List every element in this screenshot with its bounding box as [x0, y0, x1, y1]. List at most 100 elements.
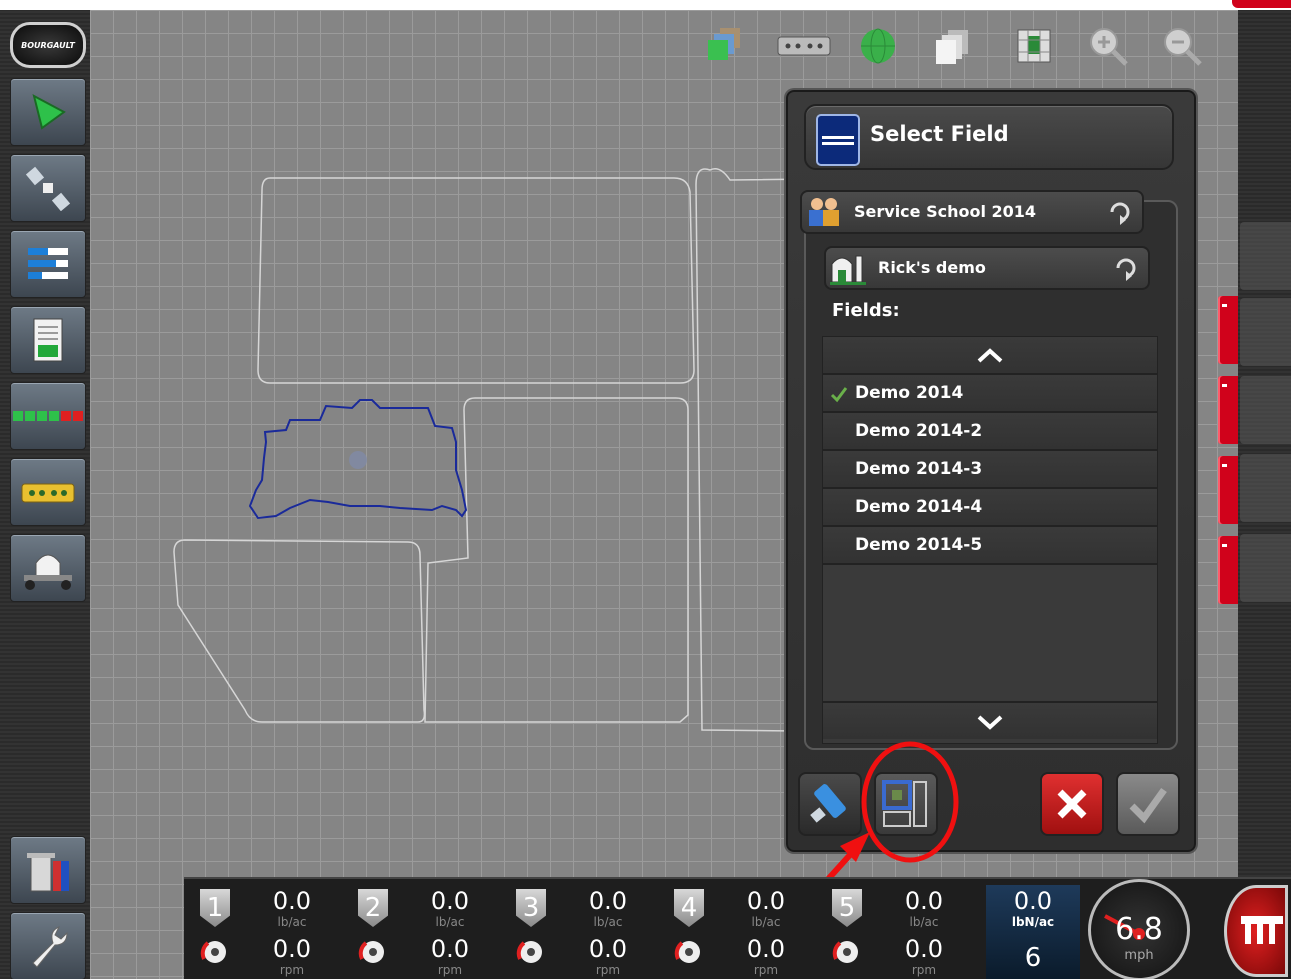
- layers-button[interactable]: [702, 24, 746, 68]
- right-panel-button[interactable]: [1240, 534, 1291, 602]
- section-4[interactable]: 4 0.0 lb/ac 0.0 rpm: [664, 885, 816, 979]
- right-panel-tab[interactable]: [1218, 376, 1238, 444]
- rate-unit: lb/ac: [593, 915, 623, 929]
- list-item[interactable]: Demo 2014-5: [823, 527, 1157, 565]
- section-number: 5: [832, 889, 862, 927]
- sections-button[interactable]: [10, 382, 86, 450]
- rate-value: 0.0: [746, 887, 786, 915]
- rpm-unit: rpm: [279, 963, 305, 977]
- scroll-down-button[interactable]: [823, 701, 1157, 739]
- rate-unit: lb/ac: [909, 915, 939, 929]
- implement-icon: [21, 483, 75, 503]
- right-panel-tab[interactable]: [1218, 536, 1238, 604]
- settings-wrench-icon: [32, 926, 68, 968]
- rpm-unit: rpm: [911, 963, 937, 977]
- gps-button[interactable]: [10, 154, 86, 222]
- implement-switch-icon: [1241, 916, 1283, 944]
- cancel-button[interactable]: [1040, 772, 1104, 836]
- right-panel-button[interactable]: [1240, 376, 1291, 444]
- usb-import-button[interactable]: [798, 772, 862, 836]
- field-view-icon: [882, 780, 927, 827]
- rate-value: 0.0: [430, 887, 470, 915]
- globe-button[interactable]: [856, 24, 900, 68]
- right-panel-button[interactable]: [1240, 298, 1291, 366]
- data-management-button[interactable]: [10, 836, 86, 904]
- refresh-icon[interactable]: [1112, 254, 1140, 282]
- chevron-down-icon: [977, 715, 1003, 730]
- zoom-out-button[interactable]: [1160, 24, 1204, 68]
- right-panel-button[interactable]: [1240, 222, 1291, 290]
- speedometer[interactable]: 6.8 mph: [1088, 879, 1190, 979]
- list-item[interactable]: Demo 2014-3: [823, 451, 1157, 489]
- field-name: Demo 2014-4: [855, 497, 983, 517]
- guidance-icon: [32, 94, 66, 130]
- bourgault-logo: BOURGAULT: [10, 22, 86, 68]
- field-select-icon: [816, 114, 860, 166]
- refresh-icon[interactable]: [1106, 198, 1134, 226]
- section-number: 1: [200, 889, 230, 927]
- sections-icon: [13, 411, 83, 421]
- section-number: 2: [358, 889, 388, 927]
- field-boundary: [173, 539, 426, 723]
- section-1[interactable]: 1 0.0 lb/ac 0.0 rpm: [190, 885, 342, 979]
- right-panel-tab[interactable]: [1218, 296, 1238, 364]
- rpm-value: 0.0: [746, 935, 786, 963]
- client-selector[interactable]: Service School 2014: [800, 190, 1144, 234]
- gps-satellite-icon: [25, 166, 71, 211]
- field-view-button[interactable]: [874, 772, 938, 836]
- gear-icon: [358, 941, 384, 963]
- client-people-icon: [809, 198, 839, 226]
- checkmark-icon: [1129, 787, 1167, 824]
- confirm-button[interactable]: [1116, 772, 1180, 836]
- planter-button[interactable]: [10, 534, 86, 602]
- list-item[interactable]: Demo 2014: [823, 375, 1157, 413]
- left-toolbar: BOURGAULT: [0, 10, 90, 979]
- layout-bars-icon: [28, 248, 68, 279]
- rpm-unit: rpm: [437, 963, 463, 977]
- guidance-button[interactable]: [10, 78, 86, 146]
- layout-button[interactable]: [10, 230, 86, 298]
- section-number: 4: [674, 889, 704, 927]
- master-switch-button[interactable]: [1224, 885, 1288, 977]
- section-3[interactable]: 3 0.0 lb/ac 0.0 rpm: [506, 885, 658, 979]
- dialog-title: Select Field: [870, 122, 1009, 146]
- scroll-up-button[interactable]: [823, 337, 1157, 375]
- settings-button[interactable]: [10, 912, 86, 979]
- speed-unit: mph: [1124, 948, 1154, 963]
- nitrogen-unit: lbN/ac: [1011, 915, 1055, 929]
- farm-name: Rick's demo: [878, 258, 986, 277]
- nitrogen-readout[interactable]: 0.0 lbN/ac 6: [986, 885, 1080, 979]
- rpm-unit: rpm: [753, 963, 779, 977]
- pages-icon: [936, 30, 968, 64]
- data-trash-icon: [27, 853, 69, 892]
- list-item[interactable]: Demo 2014-2: [823, 413, 1157, 451]
- field-map-button[interactable]: [1012, 24, 1056, 68]
- gear-icon: [200, 941, 226, 963]
- list-item[interactable]: Demo 2014-4: [823, 489, 1157, 527]
- rpm-value: 0.0: [272, 935, 312, 963]
- section-5[interactable]: 5 0.0 lb/ac 0.0 rpm: [822, 885, 974, 979]
- rpm-unit: rpm: [595, 963, 621, 977]
- field-name: Demo 2014-2: [855, 421, 983, 441]
- field-center-marker: [349, 451, 367, 469]
- checkmark-icon: [830, 387, 848, 403]
- usb-drive-icon: [810, 784, 846, 823]
- zoom-in-button[interactable]: [1086, 24, 1130, 68]
- globe-icon: [861, 28, 895, 64]
- logo-text: BOURGAULT: [21, 40, 75, 50]
- report-button[interactable]: [10, 306, 86, 374]
- implement-view-button[interactable]: [776, 24, 832, 68]
- nitrogen-value: 0.0: [1013, 887, 1053, 915]
- field-boundary: [257, 177, 695, 384]
- fields-list[interactable]: Demo 2014 Demo 2014-2 Demo 2014-3 Demo 2…: [822, 336, 1158, 744]
- pages-button[interactable]: [930, 24, 974, 68]
- gear-icon: [832, 941, 858, 963]
- field-name: Demo 2014-5: [855, 535, 983, 555]
- section-number: 3: [516, 889, 546, 927]
- right-panel-tab[interactable]: [1218, 456, 1238, 524]
- section-2[interactable]: 2 0.0 lb/ac 0.0 rpm: [348, 885, 500, 979]
- right-panel-button[interactable]: [1240, 454, 1291, 522]
- implement-button[interactable]: [10, 458, 86, 526]
- rpm-value: 0.0: [588, 935, 628, 963]
- farm-selector[interactable]: Rick's demo: [824, 246, 1150, 290]
